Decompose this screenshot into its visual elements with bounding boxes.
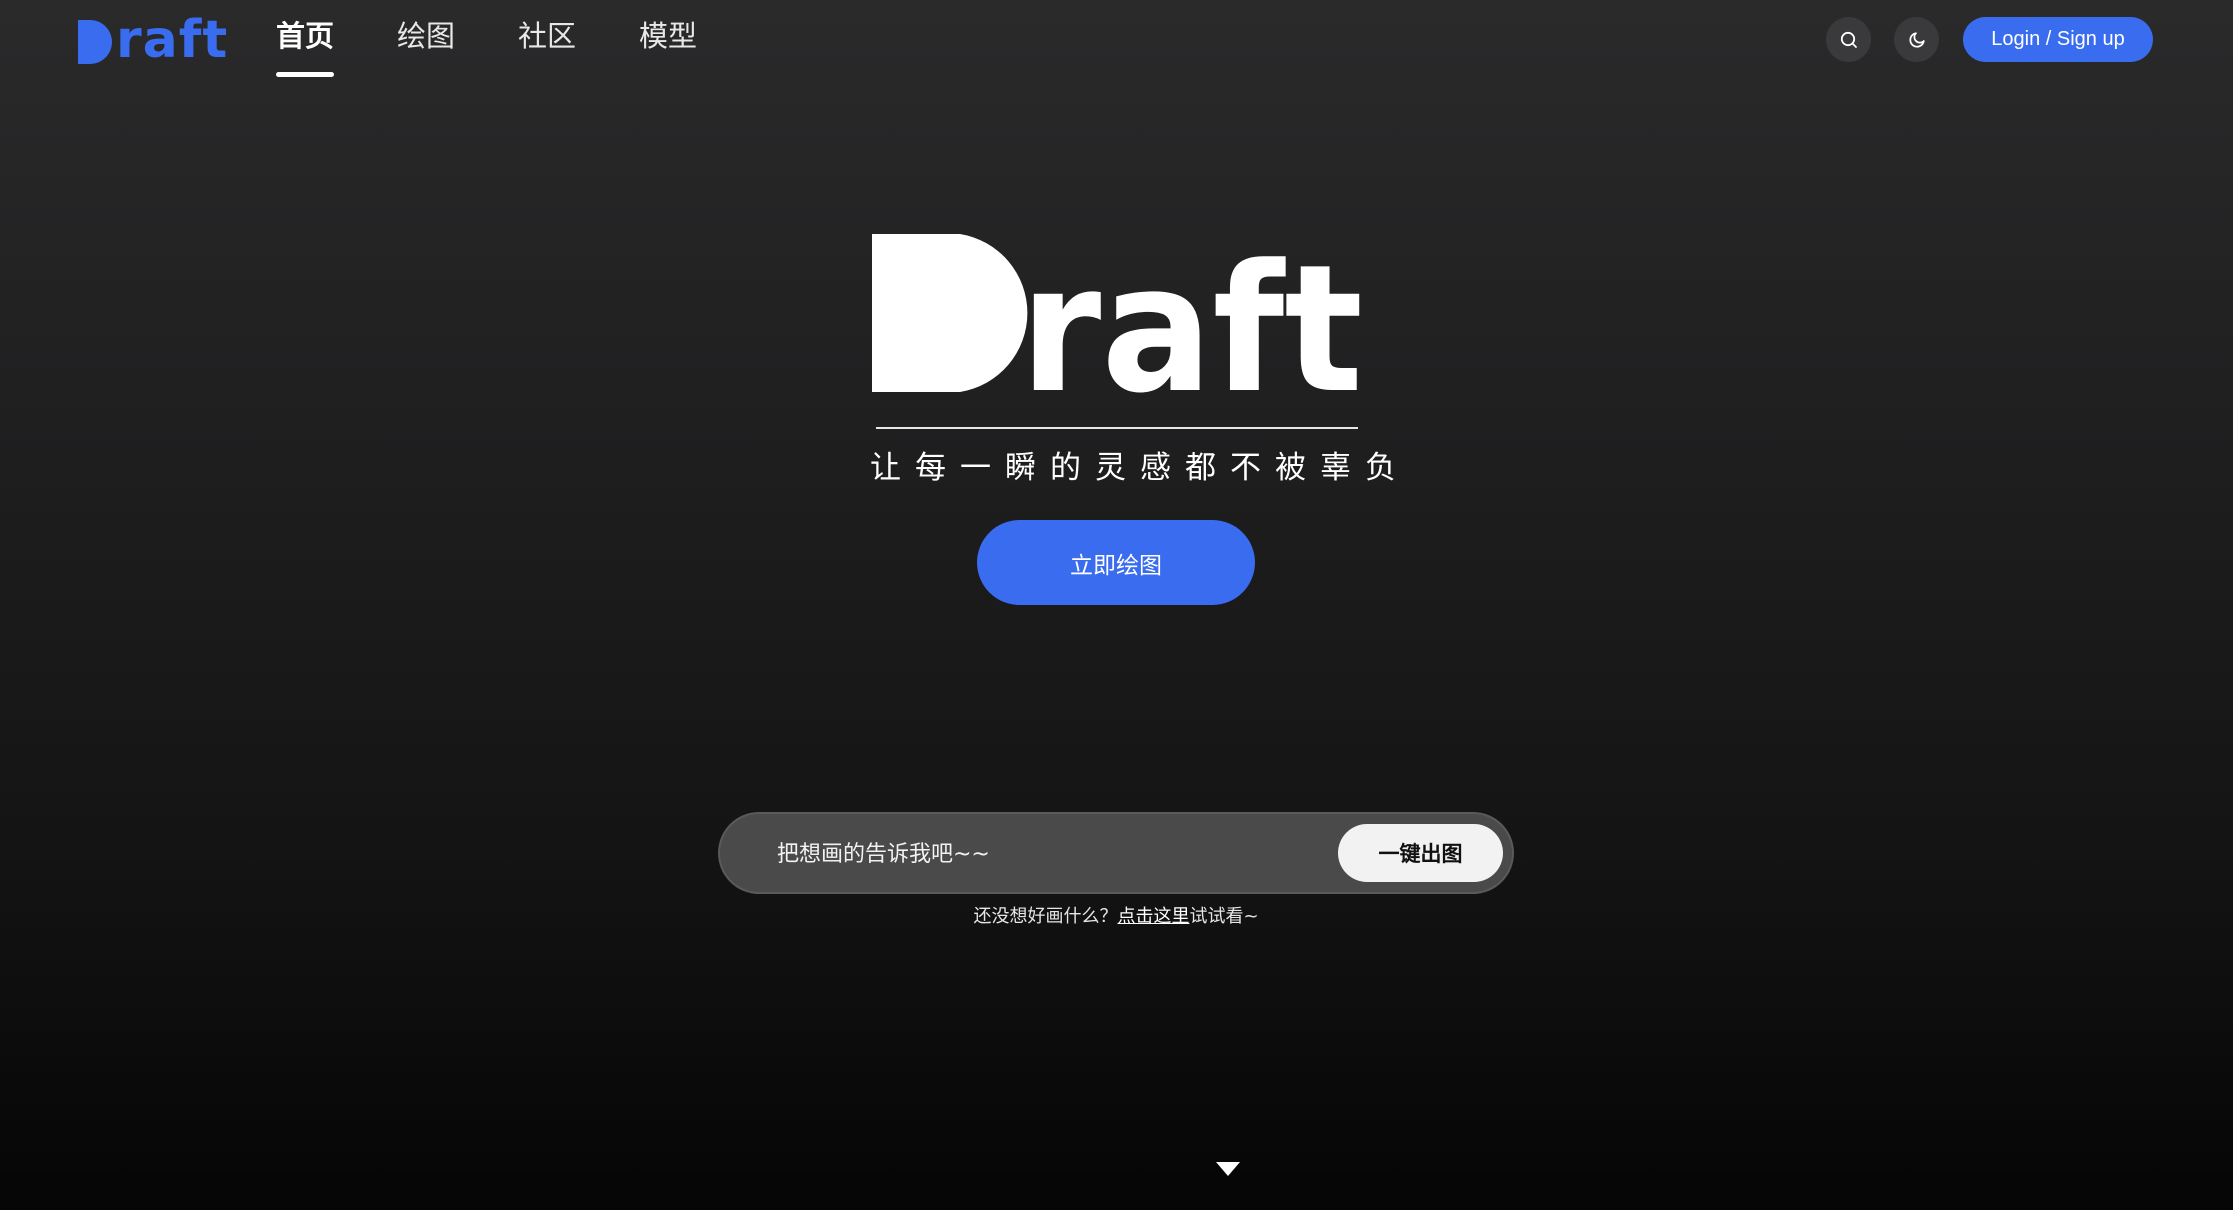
hero-tagline: 让每一瞬的灵感都不被辜负 [870, 450, 1410, 486]
hint-prefix: 还没想好画什么？ [973, 906, 1118, 927]
prompt-input[interactable] [775, 814, 1339, 894]
search-icon [1840, 31, 1857, 48]
logo-wordmark: raft [116, 10, 229, 70]
hint-suffix: 试试看~ [1189, 906, 1259, 927]
generate-button[interactable]: 一键出图 [1338, 824, 1503, 882]
caret-down-icon[interactable] [1216, 1162, 1240, 1176]
hero-logo-d [872, 234, 1028, 392]
login-signup-button[interactable]: Login / Sign up [1963, 17, 2153, 62]
hint-link[interactable]: 点击这里 [1117, 906, 1189, 927]
prompt-hint: 还没想好画什么？点击这里试试看~ [720, 902, 1512, 928]
main-nav: 首页 绘图 社区 模型 [276, 16, 760, 77]
search-button[interactable] [1826, 17, 1871, 62]
nav-item-draw[interactable]: 绘图 [397, 16, 455, 56]
theme-toggle-button[interactable] [1894, 17, 1939, 62]
start-drawing-button[interactable]: 立即绘图 [977, 520, 1255, 605]
prompt-bar: 一键出图 [720, 814, 1512, 894]
brand-logo[interactable]: raft [78, 10, 229, 70]
moon-icon [1909, 31, 1925, 47]
logo-d-shape [78, 20, 112, 64]
hero-logo: raft [872, 232, 1363, 394]
top-navbar: raft 首页 绘图 社区 模型 Login / Sign up [0, 0, 2233, 80]
hero-logo-text: raft [1020, 232, 1363, 394]
nav-item-community[interactable]: 社区 [518, 16, 576, 56]
nav-item-home[interactable]: 首页 [276, 16, 335, 77]
nav-item-models[interactable]: 模型 [639, 16, 697, 56]
hero-divider [876, 427, 1358, 429]
